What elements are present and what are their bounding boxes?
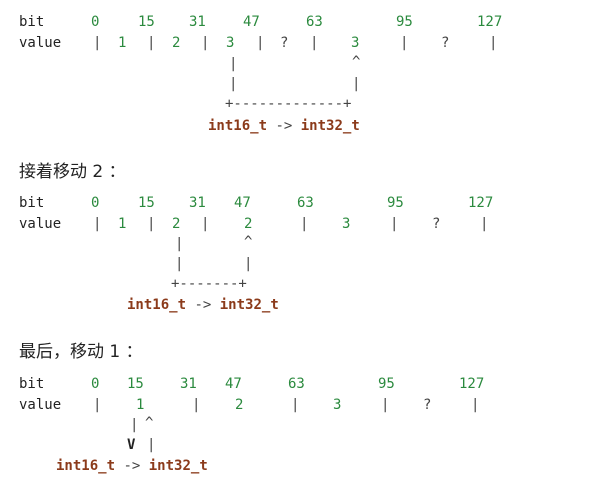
cell-divider: | <box>291 397 300 413</box>
connector-line: | <box>175 236 184 252</box>
connector-line: | <box>175 256 184 272</box>
cell-divider: | <box>93 216 102 232</box>
bit-index: 63 <box>288 376 305 392</box>
cell-divider: | <box>201 216 210 232</box>
cell-value: ? <box>423 397 432 413</box>
bit-index: 15 <box>138 14 155 30</box>
bit-index: 15 <box>138 195 155 211</box>
connector-line: | <box>352 76 361 92</box>
bit-label: bit <box>19 195 45 211</box>
arrow-op: -> <box>123 458 141 474</box>
bit-index: 0 <box>91 14 100 30</box>
connector-dash-line: +-------+ <box>171 276 247 292</box>
connector-line: | <box>244 256 253 272</box>
cell-divider: | <box>192 397 201 413</box>
cell-divider: | <box>489 35 498 51</box>
cell-value: 3 <box>333 397 342 413</box>
down-arrow: V <box>127 437 136 453</box>
connector-line: | <box>229 76 238 92</box>
bit-index: 127 <box>468 195 494 211</box>
bit-index: 127 <box>477 14 503 30</box>
cell-value: ? <box>441 35 450 51</box>
caret-arrow: ^ <box>244 234 253 250</box>
cell-divider: | <box>471 397 480 413</box>
section-heading: 接着移动 2 ： <box>19 162 126 182</box>
connector-line: | <box>229 56 238 72</box>
connector-line: | <box>147 437 156 453</box>
bit-index: 63 <box>306 14 323 30</box>
from-type: int16_t <box>127 297 187 313</box>
bit-index: 0 <box>91 195 100 211</box>
cell-divider: | <box>93 35 102 51</box>
arrow-op: -> <box>194 297 212 313</box>
cell-divider: | <box>147 216 156 232</box>
conversion-label: int16_t -> int32_t <box>208 118 360 134</box>
connector-dash-line: +-------------+ <box>225 96 352 112</box>
to-type: int32_t <box>148 458 208 474</box>
cell-divider: | <box>310 35 319 51</box>
cell-value: 1 <box>118 35 127 51</box>
cell-divider: | <box>480 216 489 232</box>
bit-index: 47 <box>234 195 251 211</box>
bit-index: 15 <box>127 376 144 392</box>
bit-index: 95 <box>378 376 395 392</box>
cell-value: 2 <box>172 35 181 51</box>
cell-value: 3 <box>342 216 351 232</box>
connector-line: | <box>130 417 139 433</box>
to-type: int32_t <box>300 118 360 134</box>
caret-arrow: ^ <box>145 415 154 431</box>
cell-divider: | <box>147 35 156 51</box>
to-type: int32_t <box>219 297 279 313</box>
bit-index: 127 <box>459 376 485 392</box>
cell-value: 1 <box>118 216 127 232</box>
cell-value: 3 <box>226 35 235 51</box>
cell-divider: | <box>300 216 309 232</box>
cell-divider: | <box>400 35 409 51</box>
memory-layout-document: bit 0 15 31 47 63 95 127 value | 1 | 2 |… <box>0 0 604 487</box>
section-heading: 最后，移动 1 ： <box>19 342 143 362</box>
cell-value: 2 <box>172 216 181 232</box>
cell-value: ? <box>280 35 289 51</box>
caret-arrow: ^ <box>352 54 361 70</box>
value-label: value <box>19 397 62 413</box>
bit-index: 47 <box>225 376 242 392</box>
bit-index: 47 <box>243 14 260 30</box>
cell-value: 1 <box>136 397 145 413</box>
value-label: value <box>19 35 62 51</box>
cell-value: 2 <box>235 397 244 413</box>
cell-value: 3 <box>351 35 360 51</box>
cell-divider: | <box>381 397 390 413</box>
conversion-label: int16_t -> int32_t <box>127 297 279 313</box>
cell-divider: | <box>256 35 265 51</box>
from-type: int16_t <box>56 458 116 474</box>
bit-index: 63 <box>297 195 314 211</box>
conversion-label: int16_t -> int32_t <box>56 458 208 474</box>
from-type: int16_t <box>208 118 268 134</box>
bit-index: 0 <box>91 376 100 392</box>
bit-label: bit <box>19 14 45 30</box>
bit-index: 95 <box>387 195 404 211</box>
cell-value: 2 <box>244 216 253 232</box>
bit-index: 31 <box>189 14 206 30</box>
bit-index: 31 <box>189 195 206 211</box>
bit-index: 31 <box>180 376 197 392</box>
cell-divider: | <box>390 216 399 232</box>
bit-index: 95 <box>396 14 413 30</box>
value-label: value <box>19 216 62 232</box>
bit-label: bit <box>19 376 45 392</box>
cell-divider: | <box>201 35 210 51</box>
cell-value: ? <box>432 216 441 232</box>
arrow-op: -> <box>275 118 293 134</box>
cell-divider: | <box>93 397 102 413</box>
